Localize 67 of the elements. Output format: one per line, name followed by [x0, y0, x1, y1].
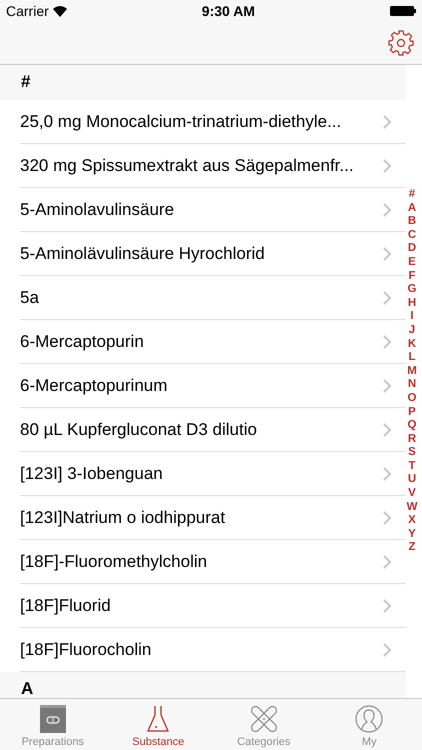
index-letter[interactable]: C	[408, 228, 416, 242]
substance-row[interactable]: 25,0 mg Monocalcium-trinatrium-diethyle...	[20, 100, 406, 144]
chevron-icon	[383, 466, 392, 480]
index-letter[interactable]: H	[408, 296, 416, 310]
index-letter[interactable]: G	[408, 283, 416, 297]
index-letter[interactable]: A	[408, 202, 416, 216]
index-letter[interactable]: Q	[408, 419, 416, 433]
index-letter[interactable]: U	[408, 473, 416, 488]
substance-row[interactable]: 320 mg Spissumextrakt aus Sägepalmenfr...	[20, 144, 406, 188]
status-time: 9:30 AM	[202, 3, 255, 19]
carrier-label: Carrier	[6, 3, 49, 19]
index-letter[interactable]: Z	[408, 541, 416, 556]
index-letter[interactable]: K	[408, 338, 416, 352]
section-header: A	[0, 672, 406, 698]
chevron-icon	[383, 202, 392, 216]
chevron-icon	[383, 422, 392, 436]
chevron-icon	[383, 598, 392, 612]
chevron-icon	[383, 158, 392, 172]
tab-item[interactable]: Substance	[106, 699, 211, 750]
section-header: #	[0, 65, 406, 100]
index-letter[interactable]: T	[408, 460, 416, 474]
substance-row[interactable]: 5a	[20, 276, 406, 320]
tab-item[interactable]: Preparations	[0, 699, 106, 750]
substance-row[interactable]: 6-Mercaptopurinum	[20, 364, 406, 408]
index-letter[interactable]: R	[408, 432, 416, 446]
tab-item[interactable]: My	[316, 699, 422, 750]
index-letter[interactable]: M	[407, 364, 417, 378]
flask-icon	[147, 705, 170, 733]
substance-row[interactable]: [123I] 3-Iobenguan	[20, 452, 406, 496]
substance-row[interactable]: 80 µL Kupfergluconat D3 dilutio	[20, 408, 406, 452]
index-letter[interactable]: #	[408, 188, 416, 202]
index-letter[interactable]: P	[408, 406, 416, 420]
index-letter[interactable]: J	[408, 324, 416, 338]
index-letter[interactable]: W	[406, 500, 418, 514]
substance-row[interactable]: 5-Aminolavulinsäure	[20, 188, 406, 232]
index-letter[interactable]: O	[408, 392, 416, 406]
index-letter[interactable]: N	[408, 378, 416, 392]
index-letter[interactable]: E	[408, 256, 416, 270]
chevron-icon	[383, 290, 392, 304]
pill-icon	[40, 705, 66, 733]
index-letter[interactable]: D	[408, 242, 416, 256]
index-letter[interactable]: B	[408, 215, 416, 229]
substance-row[interactable]: [18F]-Fluoromethylcholin	[20, 540, 406, 584]
chevron-icon	[383, 246, 392, 260]
chevron-icon	[383, 510, 392, 524]
bandage-icon	[250, 705, 278, 733]
substance-row[interactable]: 6-Mercaptopurin	[20, 320, 406, 364]
substance-row[interactable]: [18F]Fluorid	[20, 584, 406, 628]
index-letter[interactable]: Y	[408, 528, 416, 542]
wifi-icon	[52, 6, 67, 16]
battery-icon	[390, 6, 416, 16]
index-letter[interactable]: X	[408, 514, 416, 528]
index-letter[interactable]: V	[408, 487, 416, 501]
index-letter[interactable]: I	[410, 310, 414, 324]
substance-row[interactable]: 5-Aminolävulinsäure Hyrochlorid	[20, 232, 406, 276]
chevron-icon	[383, 334, 392, 348]
substance-row[interactable]: [123I]Natrium o iodhippurat	[20, 496, 406, 540]
person-icon	[355, 705, 384, 733]
index-letter[interactable]: F	[408, 270, 416, 284]
index-letter[interactable]: S	[408, 446, 416, 460]
index-letter[interactable]: L	[408, 351, 416, 365]
chevron-icon	[383, 554, 392, 568]
chevron-icon	[383, 114, 392, 128]
settings-icon[interactable]	[388, 30, 414, 56]
tab-item[interactable]: Categories	[211, 699, 316, 750]
chevron-icon	[383, 378, 392, 392]
chevron-icon	[383, 642, 392, 656]
